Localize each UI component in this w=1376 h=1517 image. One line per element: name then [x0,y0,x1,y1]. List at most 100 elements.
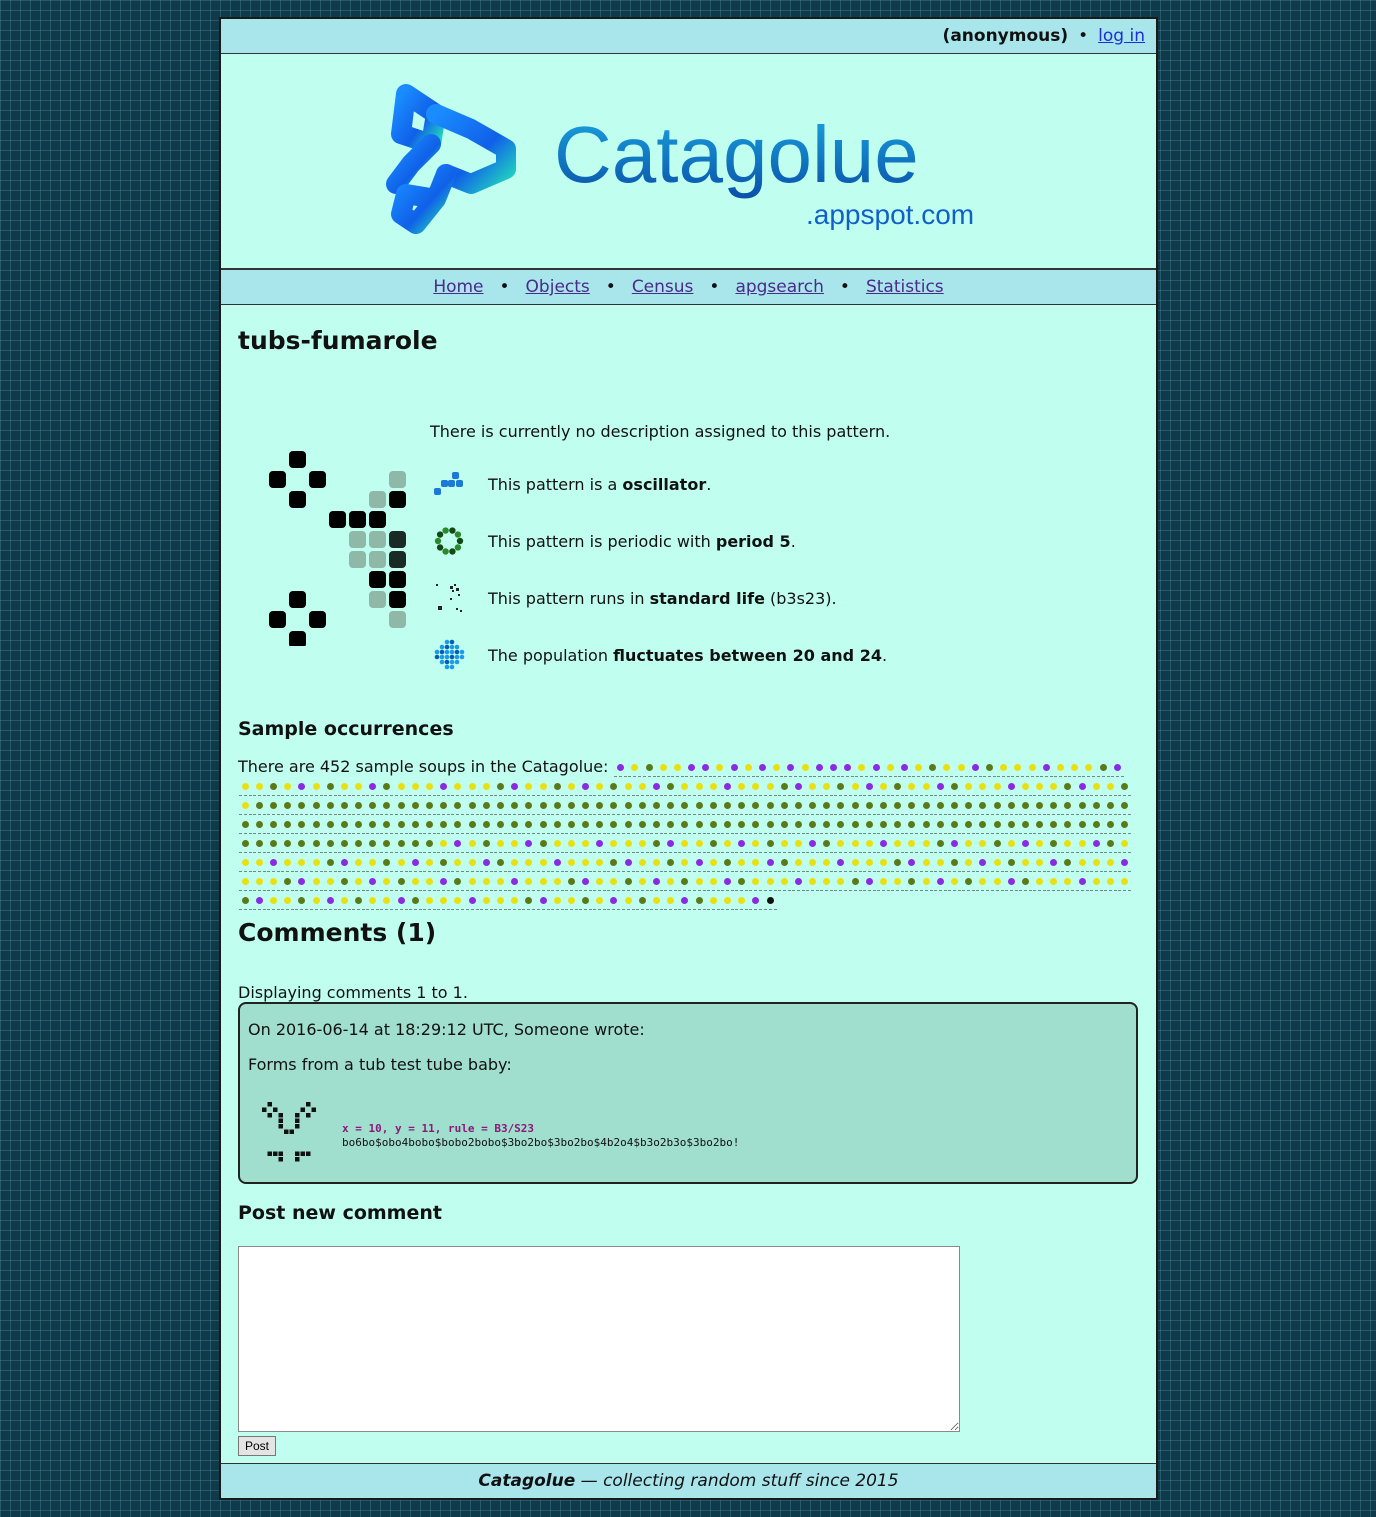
soup-link[interactable] [309,821,323,834]
soup-link[interactable] [905,802,919,815]
soup-link[interactable] [642,764,656,777]
soup-link[interactable] [1061,840,1075,853]
soup-link[interactable] [997,764,1011,777]
soup-link[interactable] [593,783,607,796]
soup-link[interactable] [380,783,394,796]
soup-link[interactable] [1018,821,1032,834]
soup-link[interactable] [423,878,437,891]
soup-link[interactable] [976,783,990,796]
soup-link[interactable] [252,897,266,910]
soup-link[interactable] [976,802,990,815]
soup-link[interactable] [1061,859,1075,872]
soup-link[interactable] [720,859,734,872]
post-button[interactable]: Post [238,1436,277,1456]
soup-link[interactable] [791,840,805,853]
soup-link[interactable] [238,897,252,910]
soup-link[interactable] [493,859,507,872]
soup-link[interactable] [1004,878,1018,891]
soup-link[interactable] [479,783,493,796]
soup-link[interactable] [394,859,408,872]
soup-link[interactable] [366,802,380,815]
soup-link[interactable] [508,859,522,872]
soup-link[interactable] [806,840,820,853]
soup-link[interactable] [309,783,323,796]
soup-link[interactable] [238,783,252,796]
soup-link[interactable] [1033,840,1047,853]
soup-link[interactable] [1004,840,1018,853]
soup-link[interactable] [763,859,777,872]
soup-link[interactable] [451,802,465,815]
soup-link[interactable] [919,859,933,872]
soup-link[interactable] [763,897,777,910]
soup-link[interactable] [968,764,982,777]
soup-link[interactable] [650,802,664,815]
soup-link[interactable] [266,821,280,834]
soup-link[interactable] [564,859,578,872]
soup-link[interactable] [877,821,891,834]
soup-link[interactable] [741,764,755,777]
soup-link[interactable] [877,859,891,872]
soup-link[interactable] [621,897,635,910]
soup-link[interactable] [352,821,366,834]
soup-link[interactable] [947,859,961,872]
soup-link[interactable] [394,802,408,815]
soup-link[interactable] [550,783,564,796]
soup-link[interactable] [408,802,422,815]
soup-link[interactable] [806,859,820,872]
soup-link[interactable] [593,840,607,853]
soup-link[interactable] [1118,802,1132,815]
soup-link[interactable] [352,859,366,872]
soup-link[interactable] [1089,859,1103,872]
soup-link[interactable] [635,859,649,872]
soup-link[interactable] [607,878,621,891]
soup-link[interactable] [295,802,309,815]
soup-link[interactable] [465,859,479,872]
soup-link[interactable] [337,783,351,796]
soup-link[interactable] [1118,821,1132,834]
soup-link[interactable] [1089,840,1103,853]
soup-link[interactable] [1104,821,1118,834]
soup-link[interactable] [366,821,380,834]
soup-link[interactable] [877,878,891,891]
soup-link[interactable] [891,821,905,834]
soup-link[interactable] [1089,821,1103,834]
soup-link[interactable] [891,802,905,815]
soup-link[interactable] [735,783,749,796]
soup-link[interactable] [862,840,876,853]
soup-link[interactable] [692,840,706,853]
soup-link[interactable] [962,840,976,853]
soup-link[interactable] [1018,840,1032,853]
soup-link[interactable] [536,878,550,891]
soup-link[interactable] [437,783,451,796]
soup-link[interactable] [877,783,891,796]
soup-link[interactable] [806,821,820,834]
soup-link[interactable] [635,821,649,834]
soup-link[interactable] [380,840,394,853]
soup-link[interactable] [352,802,366,815]
soup-link[interactable] [607,802,621,815]
soup-link[interactable] [720,878,734,891]
soup-link[interactable] [493,783,507,796]
soup-link[interactable] [777,802,791,815]
soup-link[interactable] [536,783,550,796]
soup-link[interactable] [508,802,522,815]
soup-link[interactable] [947,878,961,891]
soup-link[interactable] [309,840,323,853]
soup-link[interactable] [437,878,451,891]
soup-link[interactable] [281,783,295,796]
soup-link[interactable] [579,783,593,796]
soup-link[interactable] [1104,783,1118,796]
soup-link[interactable] [763,783,777,796]
soup-link[interactable] [706,840,720,853]
soup-link[interactable] [820,878,834,891]
soup-link[interactable] [720,840,734,853]
soup-link[interactable] [670,764,684,777]
soup-link[interactable] [1061,821,1075,834]
soup-link[interactable] [1004,821,1018,834]
soup-link[interactable] [905,859,919,872]
soup-link[interactable] [536,859,550,872]
soup-link[interactable] [522,802,536,815]
soup-link[interactable] [295,859,309,872]
soup-link[interactable] [1047,878,1061,891]
soup-link[interactable] [536,802,550,815]
